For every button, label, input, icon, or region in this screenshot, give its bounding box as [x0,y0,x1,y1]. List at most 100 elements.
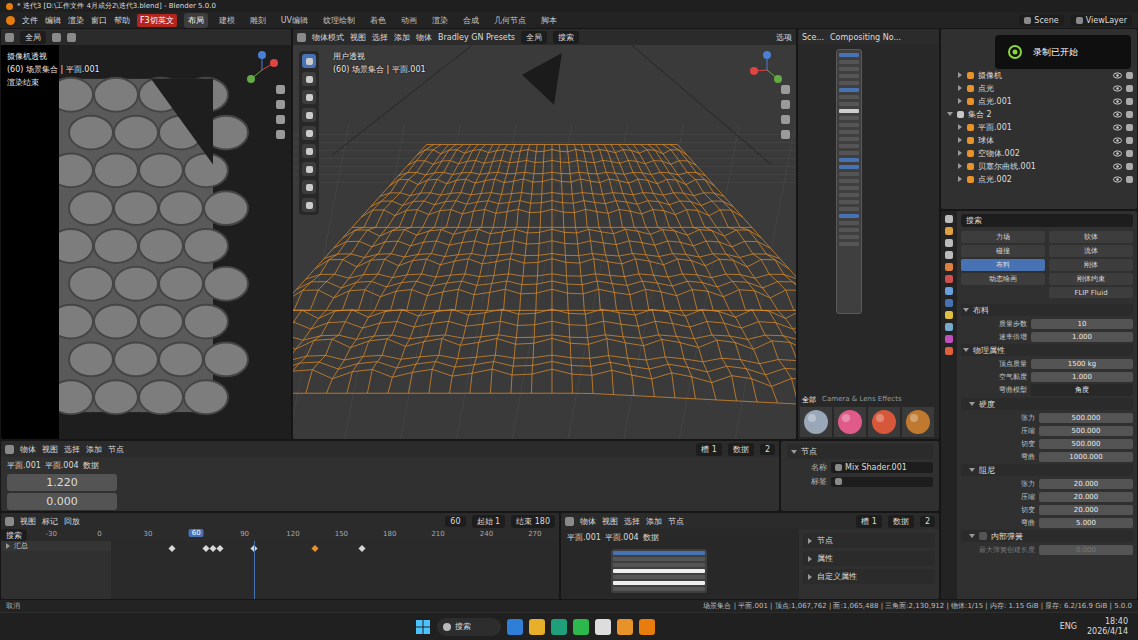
workspace-tab[interactable]: 雕刻 [246,13,270,28]
hand-icon[interactable] [781,100,790,109]
viewport-menu-item[interactable]: 物体 [416,32,432,43]
physics-button[interactable]: 刚体约束 [1049,273,1133,285]
property-field[interactable]: 1000.000 [1039,452,1133,462]
name-field[interactable]: Mix Shader.001 [831,462,933,473]
property-field[interactable]: 1500 kg [1031,359,1133,369]
workspace-tab[interactable]: 几何节点 [490,13,530,28]
keyframe-track[interactable] [111,541,559,599]
property-dropdown[interactable]: 角度 [1031,384,1133,396]
timeline-menu-item[interactable]: 标记 [42,516,58,527]
physics-button[interactable]: 流体 [1049,245,1133,257]
expand-icon[interactable] [947,112,953,116]
workspace-tab[interactable]: 布局 [184,13,208,28]
asset-tab[interactable]: 全部 [802,395,816,405]
property-field[interactable]: 500.000 [1039,426,1133,436]
outliner-item[interactable]: 球体 [945,134,1133,146]
physics-button[interactable]: 刚体 [1049,259,1133,271]
expand-icon[interactable] [958,98,962,104]
value-field[interactable]: 1.220 [7,474,117,491]
physics-button[interactable]: 布料 [961,259,1045,271]
workspace-tab[interactable]: 动画 [397,13,421,28]
shader-menu-item[interactable]: 添加 [86,444,102,455]
expand-icon[interactable] [958,137,962,143]
section-header[interactable]: 物理属性 [961,344,1133,356]
orientation-field[interactable]: 全局 [20,31,46,44]
taskbar-app-icon[interactable] [551,619,567,635]
property-field[interactable]: 20.000 [1039,492,1133,502]
tool-button[interactable] [302,180,316,194]
breadcrumb-item[interactable]: 数据 [643,532,659,543]
expand-icon[interactable] [958,163,962,169]
property-field[interactable]: 500.000 [1039,439,1133,449]
end-frame[interactable]: 结束 180 [511,515,555,528]
outliner-item[interactable]: 点光.002 [945,173,1133,185]
tool-button[interactable] [302,54,316,68]
eye-icon[interactable] [1113,150,1122,157]
property-field[interactable]: 0.000 [1039,545,1133,555]
physics-button[interactable]: FLIP Fluid [1049,287,1133,298]
breadcrumb-item[interactable]: 数据 [83,460,99,471]
viewport-menu-item[interactable]: 选择 [372,32,388,43]
lock-icon[interactable] [276,130,285,139]
property-tab-icon[interactable] [945,287,953,295]
summary-track[interactable]: 汇总 [1,541,111,551]
camera-canvas[interactable]: 摄像机透视(60) 场景集合 | 平面.001渲染结束 [1,45,291,439]
menu-item[interactable]: 文件 [22,15,38,26]
property-tab-icon[interactable] [945,239,953,247]
breadcrumb-item[interactable]: 平面.004 [605,532,639,543]
view-layer-field[interactable]: ViewLayer [1071,15,1132,26]
viewport-menu-item[interactable]: 视图 [350,32,366,43]
node-canvas[interactable]: 平面.001平面.004数据 [561,529,799,599]
property-tab-icon[interactable] [945,215,953,223]
material-field[interactable]: 数据 [728,443,754,456]
property-tab-icon[interactable] [945,323,953,331]
property-field[interactable]: 5.000 [1039,518,1133,528]
keyframe[interactable] [169,545,176,552]
options-menu[interactable]: 选项 [776,32,792,43]
shader-menu-item[interactable]: 物体 [20,444,36,455]
camera-icon[interactable] [1126,111,1133,118]
shader-menu-item[interactable]: 选择 [64,444,80,455]
eye-icon[interactable] [1113,176,1122,183]
taskbar-app-icon[interactable] [507,619,523,635]
expand-icon[interactable] [958,85,962,91]
slot-field[interactable]: 槽 1 [696,443,722,456]
compositor-canvas[interactable] [798,45,939,393]
panel-header[interactable]: 节点 [787,444,933,459]
panel-header[interactable]: 属性 [803,551,935,566]
property-tab-icon[interactable] [945,335,953,343]
camera-icon[interactable] [1126,98,1133,105]
asset-preview-icon[interactable] [902,407,934,437]
scene-field[interactable]: Scene [1019,15,1063,26]
taskbar-app-icon[interactable] [617,619,633,635]
hand-icon[interactable] [276,100,285,109]
menu-item[interactable]: 编辑 [45,15,61,26]
label-field[interactable] [831,477,933,487]
zoom-icon[interactable] [781,85,790,94]
taskbar-app-icon[interactable] [573,619,589,635]
camera-icon[interactable] [276,115,285,124]
expand-icon[interactable] [958,150,962,156]
editor-type-icon[interactable] [565,517,574,526]
compositor-node[interactable] [836,49,862,314]
shader-node[interactable] [611,549,707,593]
menu-item[interactable]: 帮助 [114,15,130,26]
property-tab-icon[interactable] [945,299,953,307]
keyframe[interactable] [359,545,366,552]
outliner-item[interactable]: 摄像机 [945,69,1133,81]
physics-button[interactable]: 动态绘画 [961,273,1045,285]
section-header[interactable]: 布料 [961,304,1133,316]
workspace-tab[interactable]: UV编辑 [277,13,312,28]
keyframe[interactable] [311,545,318,552]
tool-button[interactable] [302,72,316,86]
section-header[interactable]: 阻尼 [961,464,1133,476]
tool-button[interactable] [302,108,316,122]
node-menu-item[interactable]: 选择 [624,516,640,527]
shader-menu-item[interactable]: 节点 [108,444,124,455]
timeline-menu-item[interactable]: 视图 [20,516,36,527]
properties-search[interactable]: 搜索 [961,214,1133,227]
grid-icon[interactable] [781,130,790,139]
timeline-menu-item[interactable]: 回放 [64,516,80,527]
timeline-search[interactable]: 搜索 [1,529,27,541]
editor-type-icon[interactable] [297,33,306,42]
